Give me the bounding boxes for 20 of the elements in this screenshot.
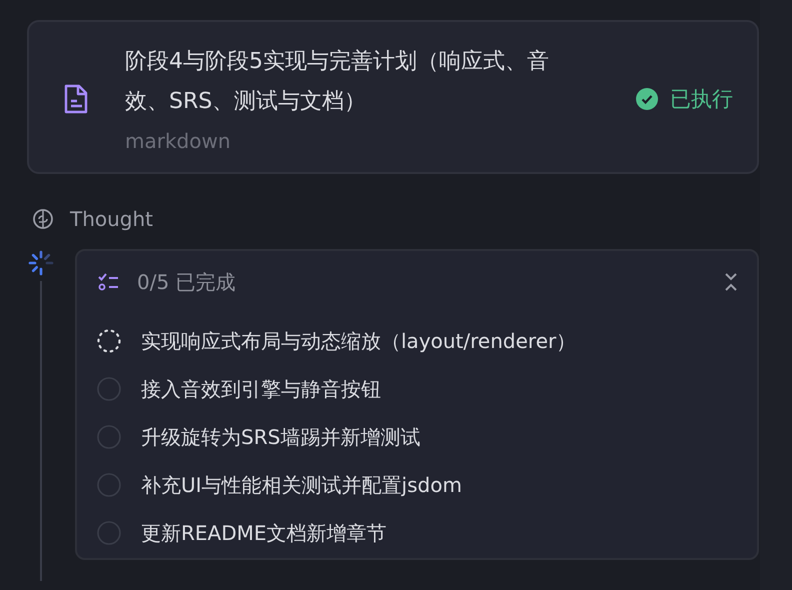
progress-summary: 0/5 已完成 (137, 268, 237, 296)
task-label: 补充UI与性能相关测试并配置jsdom (141, 472, 462, 498)
file-card[interactable]: 阶段4与阶段5实现与完善计划（响应式、音效、SRS、测试与文档） markdown 已执行 (27, 20, 759, 174)
document-icon (63, 84, 89, 114)
empty-circle-icon (97, 473, 121, 497)
collapse-icon[interactable] (723, 271, 739, 293)
thought-label: Thought (70, 207, 154, 231)
in-progress-icon (97, 329, 121, 353)
task-label: 升级旋转为SRS墙踢并新增测试 (141, 424, 420, 450)
task-label: 实现响应式布局与动态缩放（layout/renderer） (141, 328, 576, 354)
empty-circle-icon (97, 425, 121, 449)
task-label: 更新README文档新增章节 (141, 520, 387, 546)
empty-circle-icon (97, 377, 121, 401)
spinner-icon (27, 249, 55, 277)
file-type: markdown (125, 128, 232, 155)
empty-circle-icon (97, 521, 121, 545)
status-label: 已执行 (670, 86, 733, 113)
file-title: 阶段4与阶段5实现与完善计划（响应式、音效、SRS、测试与文档） (125, 48, 550, 116)
checklist-icon (97, 272, 121, 292)
task-label: 接入音效到引擎与静音按钮 (141, 376, 381, 402)
